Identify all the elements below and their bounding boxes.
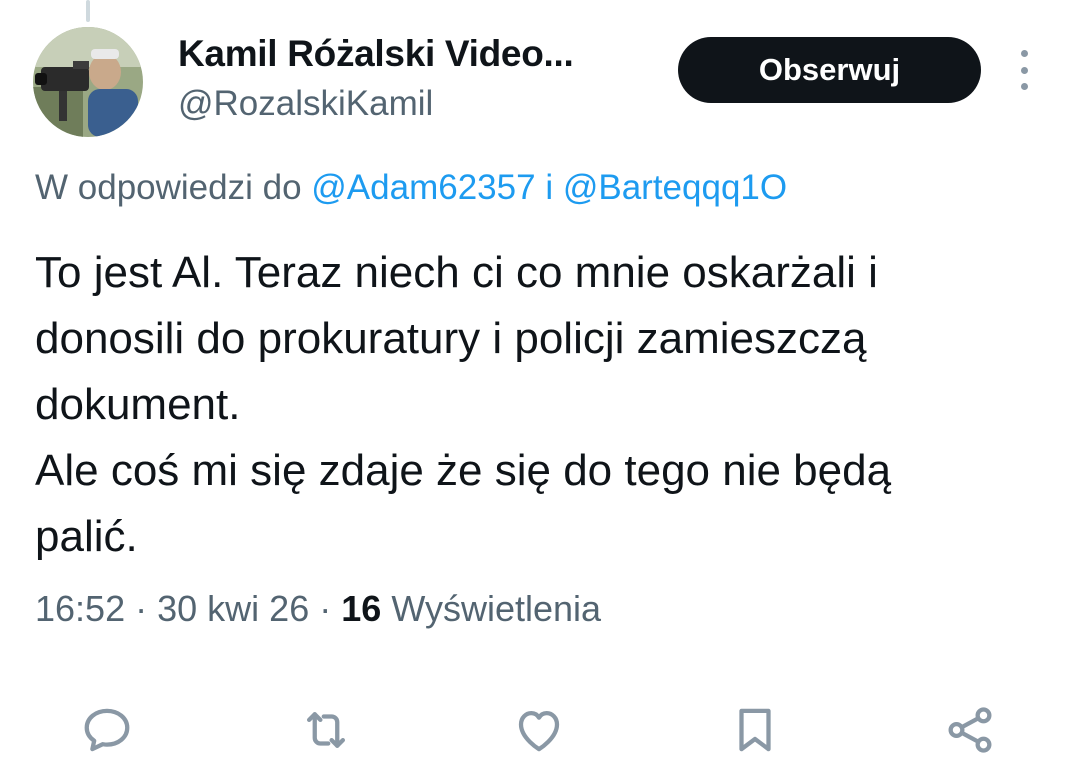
views-label: Wyświetlenia <box>391 588 602 629</box>
mention-joiner: i <box>545 168 554 207</box>
mention-link[interactable]: @Adam62357 <box>311 168 535 207</box>
more-dot <box>1020 50 1028 57</box>
retweet-icon[interactable] <box>296 700 356 760</box>
more-dot <box>1020 83 1028 90</box>
reply-icon[interactable] <box>77 700 137 760</box>
like-icon[interactable] <box>509 700 569 760</box>
tweet-text: To jest Al. Teraz niech ci co mnie oskar… <box>35 248 892 561</box>
author-name[interactable]: Kamil Różalski Video... <box>178 33 574 75</box>
tweet-meta: 16:52 · 30 kwi 26 · 16 Wyświetlenia <box>35 588 601 630</box>
reply-context: W odpowiedzi do @Adam62357 i @Barteqqq1O <box>35 168 787 208</box>
tweet-time[interactable]: 16:52 <box>35 588 125 629</box>
author-handle[interactable]: @RozalskiKamil <box>178 84 433 124</box>
meta-separator: · <box>319 588 332 629</box>
bookmark-icon[interactable] <box>725 700 785 760</box>
more-dot <box>1020 66 1028 74</box>
thread-connector-line <box>86 0 90 22</box>
views-count: 16 <box>341 588 382 629</box>
reply-context-prefix: W odpowiedzi do <box>35 168 302 207</box>
meta-separator: · <box>135 588 148 629</box>
follow-button[interactable]: Obserwuj <box>678 37 981 103</box>
more-options-icon[interactable] <box>1006 50 1042 90</box>
share-icon[interactable] <box>940 700 1000 760</box>
avatar[interactable] <box>33 27 143 137</box>
tweet-date[interactable]: 30 kwi 26 <box>157 588 309 629</box>
mention-link[interactable]: @Barteqqq1O <box>563 168 787 207</box>
action-bar <box>0 700 1080 766</box>
avatar-photo-icon <box>33 27 143 137</box>
